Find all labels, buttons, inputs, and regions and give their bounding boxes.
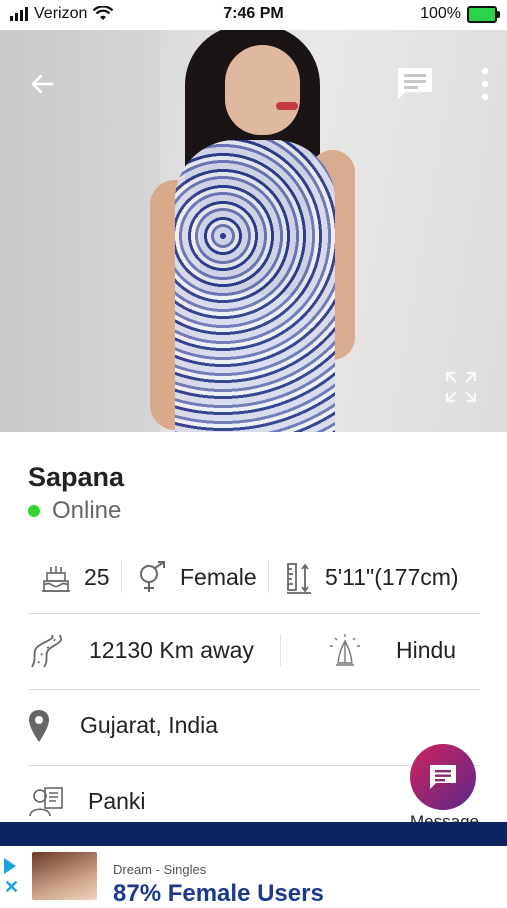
ad-banner[interactable]: ✕ Dream - Singles 87% Female Users	[0, 846, 507, 907]
expand-icon[interactable]	[444, 370, 478, 404]
profile-name: Sapana	[28, 462, 125, 492]
ad-subtitle[interactable]: Dream - Singles	[113, 862, 206, 877]
bottom-bar	[0, 822, 507, 846]
online-status: Online	[28, 497, 121, 525]
profile-photo[interactable]	[0, 30, 507, 432]
religion-value: Hindu	[396, 637, 457, 663]
location-item: Gujarat, India	[28, 703, 218, 748]
age-value: 25	[84, 564, 110, 590]
battery-group: 100%	[420, 5, 500, 23]
height-value: 5'11"(177cm)	[325, 564, 459, 590]
divider	[28, 689, 480, 690]
battery-icon	[467, 5, 500, 23]
prayer-hands-icon	[330, 633, 360, 666]
distance-value: 12130 Km away	[89, 637, 254, 663]
battery-percent: 100%	[420, 5, 461, 22]
distance-religion-row: 12130 Km away Hindu	[28, 628, 480, 673]
gender-icon	[140, 560, 165, 592]
divider	[28, 613, 480, 614]
caste-value: Panki	[88, 788, 146, 814]
back-arrow-icon[interactable]	[28, 70, 56, 98]
distance-item: 12130 Km away	[28, 628, 254, 673]
height-ruler-icon	[287, 562, 311, 594]
gender-item: Female	[136, 555, 257, 600]
online-status-label: Online	[52, 497, 122, 524]
ad-title[interactable]: 87% Female Users	[113, 880, 324, 908]
profile-card-icon	[29, 786, 63, 816]
religion-item: Hindu	[328, 628, 456, 673]
location-value: Gujarat, India	[80, 712, 219, 738]
message-icon	[430, 765, 456, 789]
road-icon	[31, 634, 62, 668]
chat-bubble-icon[interactable]	[395, 65, 435, 101]
basic-info-row: 25 Female 5'11"(177cm)	[28, 555, 480, 600]
location-row: Gujarat, India	[28, 703, 480, 748]
cake-icon	[42, 565, 70, 592]
caste-item: Panki	[28, 779, 146, 824]
online-dot-icon	[28, 505, 40, 517]
gender-value: Female	[180, 564, 257, 590]
message-fab-button[interactable]	[410, 744, 476, 810]
height-item: 5'11"(177cm)	[283, 555, 459, 600]
more-vertical-icon[interactable]	[478, 66, 492, 102]
location-pin-icon	[29, 709, 49, 742]
ad-close-icon[interactable]: ✕	[4, 877, 19, 898]
age-item: 25	[38, 555, 110, 600]
status-bar: Verizon 7:46 PM 100%	[0, 0, 507, 30]
ad-choices-icon[interactable]	[4, 858, 16, 874]
ad-thumbnail[interactable]	[32, 852, 97, 900]
